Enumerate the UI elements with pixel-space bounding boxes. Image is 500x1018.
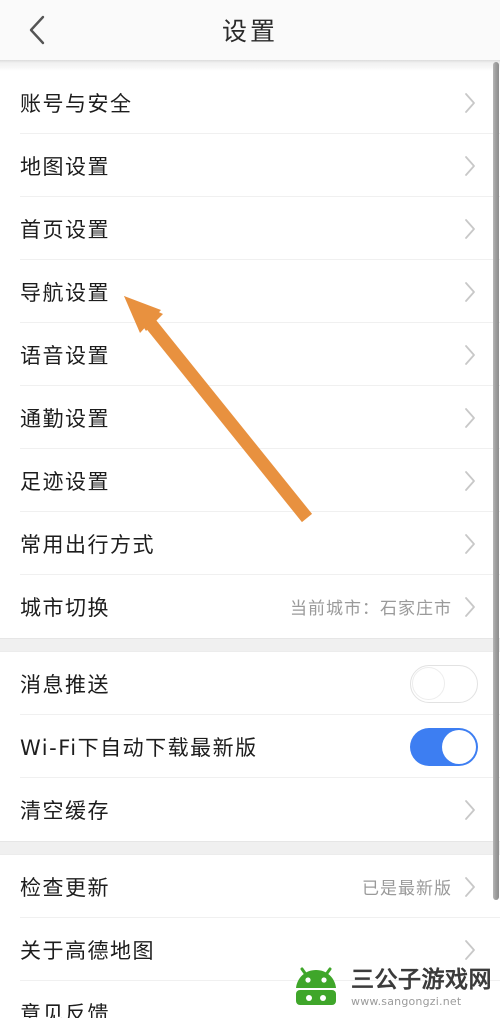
row-wifi-auto-update[interactable]: Wi-Fi下自动下载最新版	[0, 715, 500, 778]
row-voice-settings[interactable]: 语音设置	[0, 323, 500, 386]
settings-list[interactable]: 账号与安全 地图设置 首页设置 导航设置 语音设置 通勤设置 足迹设置 常用出行…	[0, 71, 500, 1018]
back-button[interactable]	[10, 0, 64, 60]
row-account-security[interactable]: 账号与安全	[0, 71, 500, 134]
row-commute-settings[interactable]: 通勤设置	[0, 386, 500, 449]
row-label: 语音设置	[20, 343, 110, 368]
section-about: 检查更新 已是最新版 关于高德地图 意见反馈	[0, 855, 500, 1018]
page-title: 设置	[221, 17, 278, 46]
row-label: Wi-Fi下自动下载最新版	[20, 735, 258, 760]
row-label: 首页设置	[20, 217, 110, 242]
row-label: 常用出行方式	[20, 532, 155, 557]
row-city-switch[interactable]: 城市切换 当前城市：石家庄市	[0, 575, 500, 638]
chevron-right-icon	[465, 596, 475, 617]
row-label: 足迹设置	[20, 469, 110, 494]
row-message-push[interactable]: 消息推送	[0, 652, 500, 715]
chevron-right-icon	[465, 939, 475, 960]
chevron-right-icon	[465, 533, 475, 554]
settings-screen: 设置 账号与安全 地图设置 首页设置 导航设置 语音设置 通勤设置 足迹设置 常…	[0, 0, 500, 1018]
row-label: 账号与安全	[20, 91, 133, 116]
row-label: 地图设置	[20, 154, 110, 179]
section-main-settings: 账号与安全 地图设置 首页设置 导航设置 语音设置 通勤设置 足迹设置 常用出行…	[0, 71, 500, 638]
row-clear-cache[interactable]: 清空缓存	[0, 778, 500, 841]
row-navigation-settings[interactable]: 导航设置	[0, 260, 500, 323]
scrollbar[interactable]	[493, 62, 500, 952]
row-map-settings[interactable]: 地图设置	[0, 134, 500, 197]
row-travel-mode[interactable]: 常用出行方式	[0, 512, 500, 575]
row-label: 关于高德地图	[20, 938, 155, 963]
chevron-right-icon	[465, 407, 475, 428]
app-header: 设置	[0, 0, 500, 60]
chevron-right-icon	[465, 92, 475, 113]
row-home-settings[interactable]: 首页设置	[0, 197, 500, 260]
chevron-right-icon	[465, 470, 475, 491]
row-label: 消息推送	[20, 672, 110, 697]
row-label: 城市切换	[20, 595, 110, 620]
row-label: 通勤设置	[20, 406, 110, 431]
scrollbar-thumb[interactable]	[493, 62, 499, 900]
section-divider	[0, 638, 500, 652]
row-label: 检查更新	[20, 875, 110, 900]
header-shadow	[0, 63, 500, 71]
row-label: 意见反馈	[20, 1001, 110, 1018]
toggle-message-push[interactable]	[410, 664, 478, 703]
row-about-amap[interactable]: 关于高德地图	[0, 918, 500, 981]
chevron-right-icon	[465, 344, 475, 365]
section-divider	[0, 841, 500, 855]
row-check-update[interactable]: 检查更新 已是最新版	[0, 855, 500, 918]
chevron-right-icon	[465, 218, 475, 239]
row-value-update-status: 已是最新版	[362, 879, 452, 899]
toggle-wifi-auto-update[interactable]	[410, 727, 478, 766]
chevron-left-icon	[29, 15, 45, 45]
toggle-knob	[412, 666, 445, 700]
toggle-knob	[442, 729, 476, 764]
row-label: 导航设置	[20, 280, 110, 305]
chevron-right-icon	[465, 155, 475, 176]
chevron-right-icon	[465, 799, 475, 820]
row-footprint-settings[interactable]: 足迹设置	[0, 449, 500, 512]
row-value-current-city: 当前城市：石家庄市	[290, 599, 452, 619]
row-partial-cutoff[interactable]: 意见反馈	[0, 981, 500, 1018]
chevron-right-icon	[465, 876, 475, 897]
section-push-and-cache: 消息推送 Wi-Fi下自动下载最新版 清空缓存	[0, 652, 500, 841]
chevron-right-icon	[465, 281, 475, 302]
row-label: 清空缓存	[20, 798, 110, 823]
